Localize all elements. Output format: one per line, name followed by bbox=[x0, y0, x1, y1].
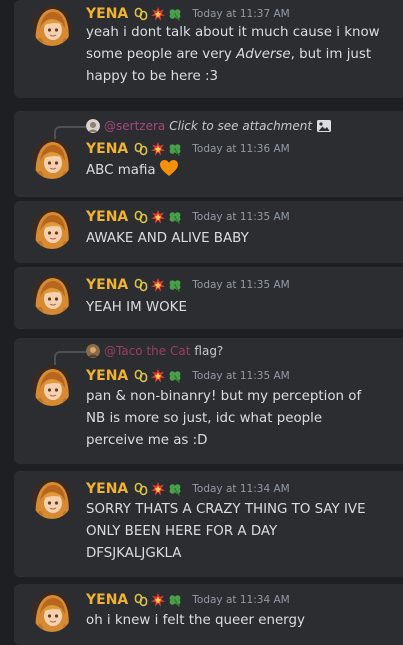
collision-icon bbox=[151, 7, 165, 21]
clover-icon bbox=[168, 369, 182, 383]
chain-icon bbox=[134, 593, 148, 607]
username[interactable]: YENA bbox=[86, 141, 128, 157]
clover-icon bbox=[168, 7, 182, 21]
timestamp: Today at 11:34 AM bbox=[192, 483, 290, 495]
collision-icon bbox=[151, 142, 165, 156]
username[interactable]: YENA bbox=[86, 592, 128, 608]
message-item[interactable]: @sertzera Click to see attachment YENA T… bbox=[14, 111, 403, 197]
chain-icon bbox=[134, 369, 148, 383]
clover-icon bbox=[168, 142, 182, 156]
chain-icon bbox=[134, 210, 148, 224]
message-text: YEAH IM WOKE bbox=[86, 300, 187, 315]
collision-icon bbox=[151, 278, 165, 292]
username[interactable]: YENA bbox=[86, 6, 128, 22]
message-text: yeah i dont talk about it much cause i k… bbox=[86, 25, 380, 84]
message-item[interactable]: YENA Today at 11:34 AM oh i knew i felt … bbox=[14, 584, 403, 645]
message-text: pan & non-binanry! but my perception of … bbox=[86, 389, 362, 448]
chain-icon bbox=[134, 482, 148, 496]
username[interactable]: YENA bbox=[86, 277, 128, 293]
reply-username[interactable]: @sertzera bbox=[104, 119, 165, 133]
image-icon bbox=[317, 120, 332, 132]
avatar[interactable] bbox=[32, 366, 72, 406]
timestamp: Today at 11:34 AM bbox=[192, 594, 290, 606]
reply-preview[interactable]: @sertzera Click to see attachment bbox=[54, 117, 332, 140]
avatar[interactable] bbox=[32, 592, 72, 632]
username[interactable]: YENA bbox=[86, 368, 128, 384]
reply-preview[interactable]: @Taco the Cat flag? bbox=[54, 342, 223, 365]
avatar[interactable] bbox=[32, 139, 72, 179]
message-text: oh i knew i felt the queer energy bbox=[86, 613, 305, 628]
clover-icon bbox=[168, 593, 182, 607]
timestamp: Today at 11:37 AM bbox=[192, 8, 290, 20]
username[interactable]: YENA bbox=[86, 209, 128, 225]
clover-icon bbox=[168, 482, 182, 496]
message-text: AWAKE AND ALIVE BABY bbox=[86, 231, 249, 246]
message-item[interactable]: YENA Today at 11:35 AM YEAH IM WOKE bbox=[14, 267, 403, 329]
chain-icon bbox=[134, 278, 148, 292]
message-item[interactable]: YENA Today at 11:37 AM yeah i dont talk … bbox=[14, 0, 403, 98]
timestamp: Today at 11:36 AM bbox=[192, 143, 290, 155]
timestamp: Today at 11:35 AM bbox=[192, 279, 290, 291]
avatar[interactable] bbox=[32, 209, 72, 249]
clover-icon bbox=[168, 278, 182, 292]
avatar[interactable] bbox=[32, 479, 72, 519]
avatar bbox=[86, 119, 100, 133]
clover-icon bbox=[168, 210, 182, 224]
message-feed: YENA Today at 11:37 AM yeah i dont talk … bbox=[0, 0, 403, 645]
reply-username[interactable]: @Taco the Cat bbox=[104, 344, 190, 358]
message-item[interactable]: YENA Today at 11:35 AM AWAKE AND ALIVE B… bbox=[14, 201, 403, 263]
message-item[interactable]: @Taco the Cat flag? YENA Today at 11:35 … bbox=[14, 338, 403, 464]
collision-icon bbox=[151, 593, 165, 607]
message-text: SORRY THATS A CRAZY THING TO SAY IVE ONL… bbox=[86, 502, 366, 561]
chain-icon bbox=[134, 7, 148, 21]
chain-icon bbox=[134, 142, 148, 156]
orange-heart-icon bbox=[159, 160, 178, 176]
collision-icon bbox=[151, 369, 165, 383]
avatar[interactable] bbox=[32, 6, 72, 46]
collision-icon bbox=[151, 482, 165, 496]
timestamp: Today at 11:35 AM bbox=[192, 370, 290, 382]
avatar bbox=[86, 344, 100, 358]
username[interactable]: YENA bbox=[86, 481, 128, 497]
collision-icon bbox=[151, 210, 165, 224]
reply-text[interactable]: flag? bbox=[194, 344, 223, 358]
timestamp: Today at 11:35 AM bbox=[192, 211, 290, 223]
message-item[interactable]: YENA Today at 11:34 AM SORRY THATS A CRA… bbox=[14, 471, 403, 577]
message-text: ABC mafia bbox=[86, 159, 393, 182]
reply-text[interactable]: Click to see attachment bbox=[169, 119, 312, 133]
avatar[interactable] bbox=[32, 275, 72, 315]
